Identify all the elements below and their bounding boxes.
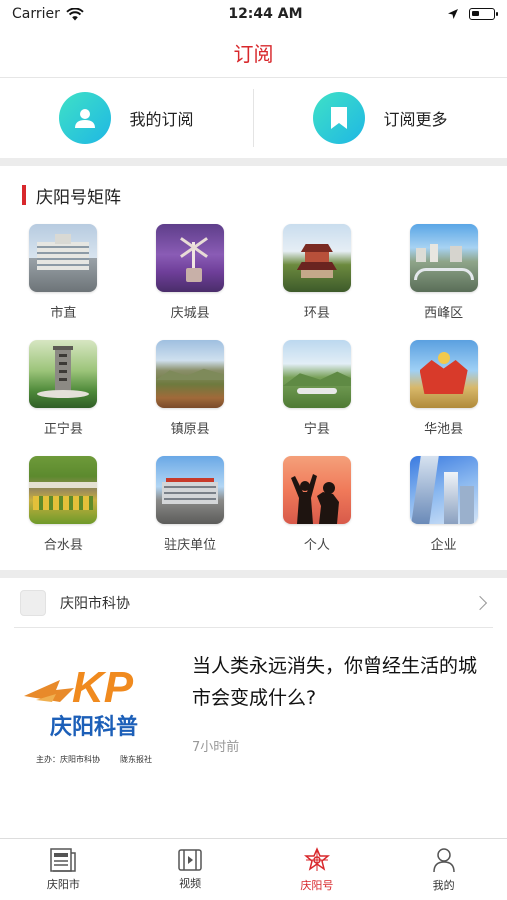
farmland-thumbnail	[29, 456, 98, 524]
status-bar: Carrier 12:44 AM	[0, 0, 507, 28]
matrix-item-zhenyuan[interactable]: 镇原县	[127, 340, 254, 438]
matrix-item-label: 镇原县	[170, 422, 210, 437]
feed-source-row[interactable]: 庆阳市科协	[14, 578, 493, 628]
city-bridge-thumbnail	[409, 224, 478, 292]
matrix-item-geren[interactable]: 个人	[254, 456, 381, 554]
subscribe-more-label: 订阅更多	[383, 110, 448, 129]
carrier-label: Carrier	[12, 6, 60, 22]
matrix-item-label: 驻庆单位	[164, 538, 217, 553]
location-arrow-icon	[447, 9, 458, 19]
matrix-item-huachi[interactable]: 华池县	[380, 340, 507, 438]
matrix-item-shizhi[interactable]: 市直	[0, 224, 127, 322]
matrix-item-label: 环县	[303, 306, 330, 321]
pagoda-thumbnail	[282, 224, 351, 292]
tab-qingyang-account[interactable]: 庆阳号	[254, 839, 381, 900]
emblem-icon	[303, 846, 330, 871]
tab-qingyang-city[interactable]: 庆阳市	[0, 839, 127, 900]
silhouette-thumbnail	[282, 456, 351, 524]
person-icon	[432, 847, 455, 872]
tab-label: 庆阳市	[46, 877, 80, 891]
matrix-item-zhuqing[interactable]: 驻庆单位	[127, 456, 254, 554]
subscribe-more-button[interactable]: 订阅更多	[253, 89, 507, 147]
section-divider	[0, 570, 507, 578]
matrix-item-label: 个人	[303, 538, 330, 553]
lavender-windmill-thumbnail	[156, 224, 225, 292]
tab-label: 我的	[432, 878, 455, 892]
source-name: 庆阳市科协	[60, 595, 130, 612]
matrix-item-label: 市直	[50, 306, 77, 321]
matrix-item-label: 企业	[430, 538, 457, 553]
matrix-item-label: 庆城县	[170, 306, 210, 321]
tab-label: 视频	[179, 876, 202, 890]
article-card[interactable]: KP 庆阳科普 主办：庆阳市科协 陇东报社 当人类永远消失，你曾经生活的城市会变…	[0, 628, 507, 788]
statue-thumbnail	[409, 340, 478, 408]
chevron-right-icon	[472, 595, 488, 610]
matrix-item-xifeng[interactable]: 西峰区	[380, 224, 507, 322]
valley-town-thumbnail	[282, 340, 351, 408]
bottom-tab-bar: 庆阳市 视频 庆阳号 我的	[0, 838, 507, 900]
matrix-item-qingcheng[interactable]: 庆城县	[127, 224, 254, 322]
logo-sponsor-text: 主办：庆阳市科协	[36, 754, 100, 764]
mountain-valley-thumbnail	[156, 340, 225, 408]
my-subscriptions-label: 我的订阅	[129, 110, 194, 129]
clock: 12:44 AM	[228, 6, 303, 22]
matrix-section-header: 庆阳号矩阵	[0, 166, 507, 224]
station-thumbnail	[156, 456, 225, 524]
matrix-item-zhengning[interactable]: 正宁县	[0, 340, 127, 438]
wifi-icon	[66, 7, 84, 20]
logo-kepu-text: 庆阳科普	[50, 714, 138, 740]
film-icon	[178, 848, 202, 871]
tab-label: 庆阳号	[300, 878, 334, 892]
matrix-item-heshui[interactable]: 合水县	[0, 456, 127, 554]
battery-icon	[468, 8, 498, 20]
matrix-item-label: 西峰区	[424, 306, 464, 321]
tab-mine[interactable]: 我的	[380, 839, 507, 900]
article-timestamp: 7小时前	[192, 740, 240, 755]
skyscraper-thumbnail	[409, 456, 478, 524]
matrix-item-label: 合水县	[43, 538, 83, 553]
building-thumbnail	[29, 224, 98, 292]
newspaper-icon	[50, 847, 77, 872]
bookmark-icon	[313, 92, 366, 144]
source-avatar	[20, 589, 46, 616]
tab-video[interactable]: 视频	[127, 839, 254, 900]
logo-partner-text: 陇东报社	[120, 754, 152, 764]
page-title: 订阅	[0, 28, 507, 78]
section-title: 庆阳号矩阵	[36, 187, 121, 208]
matrix-item-label: 正宁县	[43, 422, 83, 437]
matrix-item-label: 宁县	[303, 422, 330, 437]
matrix-item-ningxian[interactable]: 宁县	[254, 340, 381, 438]
article-title: 当人类永远消失，你曾经生活的城市会变成什么?	[192, 655, 478, 709]
kepu-logo-image: KP 庆阳科普 主办：庆阳市科协 陇东报社	[16, 650, 166, 768]
person-circle-icon	[59, 92, 112, 144]
section-accent-bar	[22, 185, 26, 205]
matrix-item-qiye[interactable]: 企业	[380, 456, 507, 554]
matrix-item-huanxian[interactable]: 环县	[254, 224, 381, 322]
my-subscriptions-button[interactable]: 我的订阅	[0, 89, 253, 147]
matrix-item-label: 华池县	[424, 422, 464, 437]
account-matrix-grid: 市直 庆城县 环县 西峰区 正宁县 镇原县 宁县 华池县 合水县 驻庆单位 个人…	[0, 224, 507, 570]
logo-kp-letters: KP	[72, 663, 134, 712]
tower-thumbnail	[29, 340, 98, 408]
subscribe-row: 我的订阅 订阅更多	[0, 78, 507, 166]
